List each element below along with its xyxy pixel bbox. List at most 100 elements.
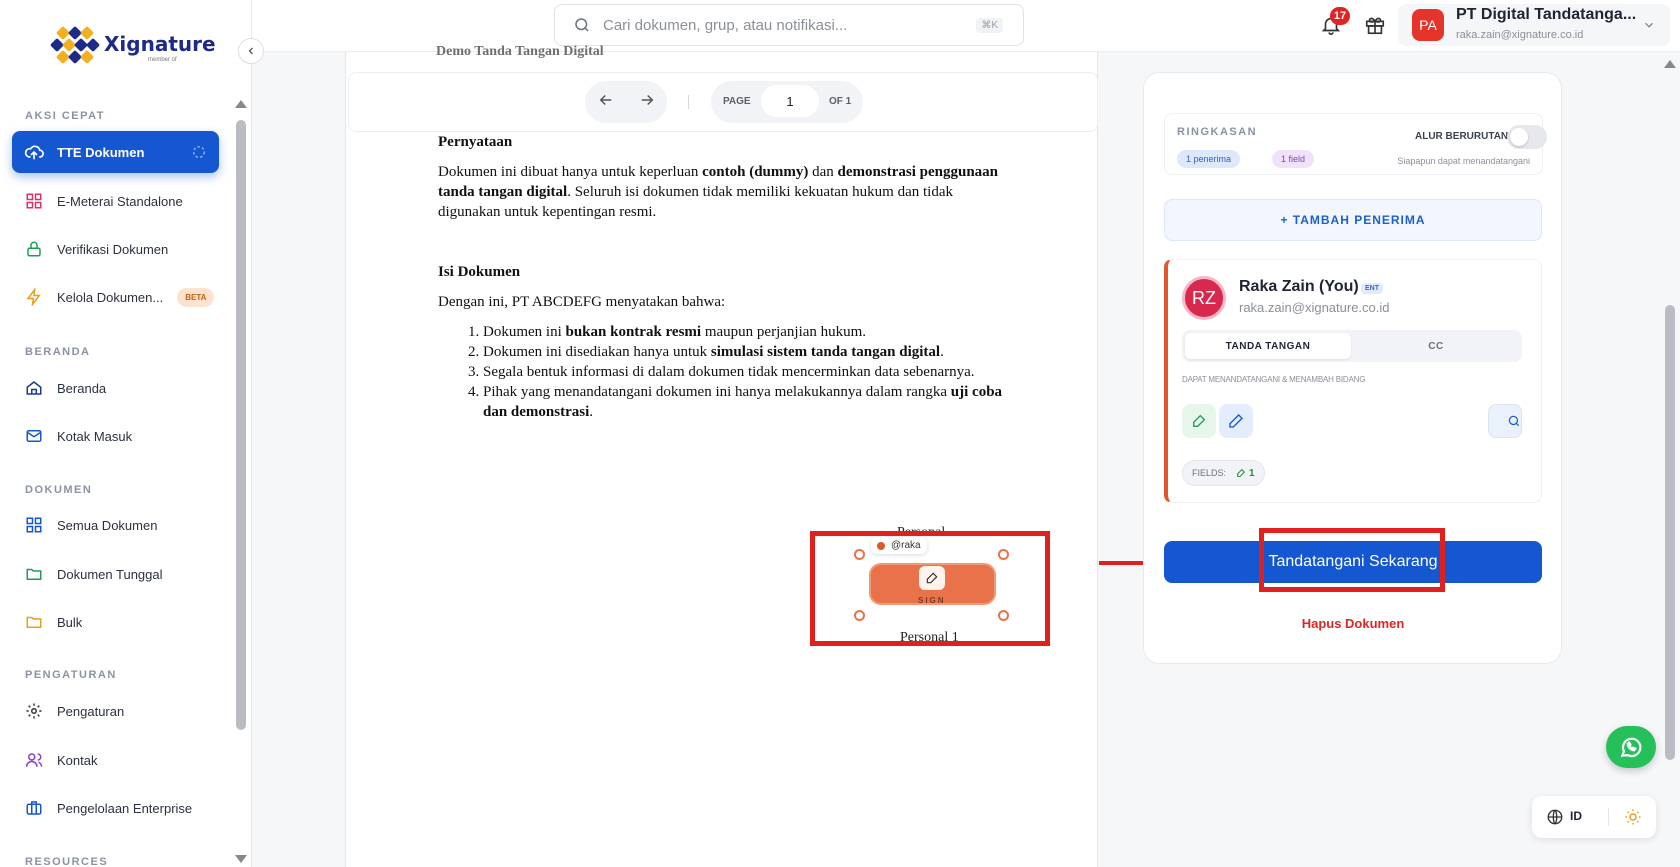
lock-icon	[24, 239, 44, 259]
page-number-input[interactable]: 1	[761, 85, 819, 117]
sidebar-item-dokumen-tunggal[interactable]: Dokumen Tunggal	[12, 553, 219, 595]
recipient-email: raka.zain@xignature.co.id	[1239, 300, 1390, 315]
sidebar-item-label: Semua Dokumen	[57, 517, 158, 533]
profile-menu[interactable]: PA PT Digital Tandatanga... raka.zain@xi…	[1398, 4, 1670, 46]
arrow-left-icon	[599, 94, 611, 105]
profile-email: raka.zain@xignature.co.id	[1456, 29, 1584, 41]
chevron-down-icon	[1645, 22, 1653, 28]
sidebar: Xignature member of AKSI CEPAT TTE Dokum…	[0, 0, 252, 867]
globe-icon[interactable]	[1546, 808, 1564, 826]
bolt-icon	[24, 287, 44, 307]
section-resources: RESOURCES	[25, 856, 109, 867]
fields-chip: 1 field	[1272, 150, 1315, 168]
sidebar-item-label: Pengelolaan Enterprise	[57, 800, 193, 816]
folder-icon	[24, 612, 44, 632]
next-page-button[interactable]	[638, 91, 656, 114]
avatar: PA	[1412, 9, 1444, 41]
list-item: Dokumen ini disediakan hanya untuk simul…	[483, 342, 1018, 362]
sidebar-item-enterprise[interactable]: Pengelolaan Enterprise	[12, 787, 219, 829]
tab-cc[interactable]: CC	[1353, 333, 1519, 359]
sequential-label: ALUR BERURUTAN	[1415, 131, 1509, 142]
folder-icon	[24, 564, 44, 584]
doc-list: Dokumen ini bukan kontrak resmi maupun p…	[438, 322, 1018, 422]
page-navigation-bar: PAGE 1 OF 1	[348, 72, 1098, 132]
tab-tanda-tangan[interactable]: TANDA TANGAN	[1185, 333, 1351, 359]
recipient-card: RZ Raka Zain (You) ENT raka.zain@xignatu…	[1164, 259, 1542, 503]
sidebar-scrollbar[interactable]	[236, 120, 246, 730]
sequential-toggle[interactable]	[1507, 125, 1547, 149]
section-settings: PENGATURAN	[25, 669, 117, 681]
search-icon	[575, 18, 589, 32]
fields-summary: FIELDS: 1	[1182, 460, 1265, 486]
gift-icon	[1365, 17, 1385, 35]
pen-icon	[1193, 414, 1206, 427]
sequential-hint: Siapapun dapat menandatangani	[1397, 156, 1530, 166]
sidebar-scroll-down-icon[interactable]	[235, 855, 247, 863]
sidebar-item-e-meterai[interactable]: E-Meterai Standalone	[12, 180, 219, 222]
gift-button[interactable]	[1364, 14, 1386, 41]
panel-scroll-up-icon[interactable]	[1664, 60, 1676, 68]
sidebar-item-label: Kotak Masuk	[57, 428, 133, 444]
summary-card: RINGKASAN 1 penerima 1 field ALUR BERURU…	[1164, 113, 1547, 175]
sidebar-item-label: Verifikasi Dokumen	[57, 241, 169, 257]
list-item: Segala bentuk informasi di dalam dokumen…	[483, 362, 1018, 382]
brand-sub: member of	[148, 57, 177, 63]
doc-paragraph-1: Dokumen ini dibuat hanya untuk keperluan…	[438, 164, 998, 220]
role-hint: DAPAT MENANDATANGANI & MENAMBAH BIDANG	[1182, 375, 1366, 384]
sidebar-item-beranda[interactable]: Beranda	[12, 367, 219, 409]
language-theme-bar: ID	[1532, 796, 1656, 838]
sun-icon[interactable]	[1624, 808, 1642, 826]
collapse-sidebar-button[interactable]	[238, 38, 264, 64]
profile-name: PT Digital Tandatanga...	[1456, 6, 1637, 23]
avatar: RZ	[1182, 276, 1226, 320]
list-item: Pihak yang menandatangani dokumen ini ha…	[483, 382, 1018, 422]
sidebar-scroll-up-icon[interactable]	[235, 100, 247, 108]
brand-name: Xignature	[104, 32, 216, 56]
prev-page-button[interactable]	[597, 91, 615, 114]
sidebar-item-bulk[interactable]: Bulk	[12, 601, 219, 643]
fields-count: 1	[1236, 468, 1255, 479]
sidebar-item-label: Dokumen Tunggal	[57, 566, 163, 582]
brand-logo[interactable]: Xignature member of	[49, 24, 216, 65]
doc-heading-pernyataan: Pernyataan	[438, 134, 513, 150]
sidebar-item-kotak-masuk[interactable]: Kotak Masuk	[12, 415, 219, 457]
add-signature-field-button[interactable]	[1182, 404, 1216, 438]
sidebar-item-verifikasi[interactable]: Verifikasi Dokumen	[12, 228, 219, 270]
scan-icon	[191, 144, 207, 163]
recipient-name: Raka Zain (You)	[1239, 278, 1359, 295]
page-total: OF 1	[829, 96, 852, 107]
locate-field-button[interactable]	[1488, 404, 1522, 438]
users-icon	[24, 750, 44, 770]
divider	[1608, 808, 1609, 826]
search-input[interactable]: Cari dokumen, grup, atau notifikasi... ⌘…	[554, 4, 1024, 46]
whatsapp-button[interactable]	[1606, 726, 1656, 768]
pen-icon	[1237, 468, 1246, 477]
panel-scrollbar[interactable]	[1665, 305, 1675, 760]
pencil-icon	[1229, 414, 1243, 428]
sidebar-item-kelola-dokumen[interactable]: Kelola Dokumen... BETA	[12, 276, 219, 318]
page-label: PAGE	[723, 96, 751, 107]
add-recipient-button[interactable]: + TAMBAH PENERIMA	[1164, 199, 1542, 241]
highlight-box	[1259, 528, 1445, 592]
notification-count-badge: 17	[1330, 7, 1350, 25]
language-selector[interactable]: ID	[1570, 809, 1582, 823]
page-arrows	[585, 81, 667, 123]
delete-document-button[interactable]: Hapus Dokumen	[1164, 616, 1542, 631]
sidebar-item-semua-dokumen[interactable]: Semua Dokumen	[12, 504, 219, 546]
mail-icon	[24, 426, 44, 446]
search-placeholder: Cari dokumen, grup, atau notifikasi...	[603, 16, 848, 34]
logo-mark-icon	[49, 24, 102, 65]
recipients-chip: 1 penerima	[1177, 150, 1241, 168]
grid-icon	[24, 515, 44, 535]
sidebar-item-pengaturan[interactable]: Pengaturan	[12, 690, 219, 732]
briefcase-icon	[24, 798, 44, 818]
role-tabs: TANDA TANGAN CC	[1182, 330, 1522, 362]
status-badge: ENT	[1361, 283, 1383, 294]
add-initial-field-button[interactable]	[1219, 404, 1253, 438]
sidebar-item-label: Pengaturan	[57, 703, 125, 719]
divider	[688, 95, 689, 109]
sidebar-item-kontak[interactable]: Kontak	[12, 739, 219, 781]
sidebar-item-tte-dokumen[interactable]: TTE Dokumen	[12, 131, 219, 173]
sidebar-item-label: Bulk	[57, 614, 83, 630]
document-content: Pernyataan Dokumen ini dibuat hanya untu…	[438, 132, 1018, 422]
